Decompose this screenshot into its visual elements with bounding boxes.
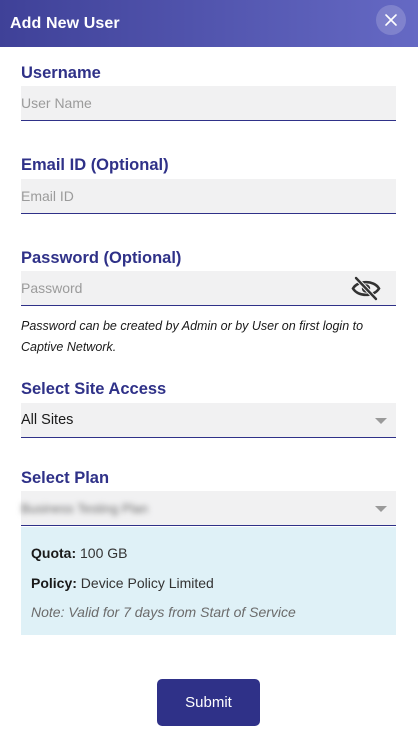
plan-quota: Quota: 100 GB (31, 545, 127, 561)
eye-off-icon (351, 276, 381, 301)
email-input[interactable] (21, 179, 396, 213)
site-access-value: All Sites (21, 412, 74, 428)
username-input[interactable] (21, 86, 396, 120)
policy-value: Device Policy Limited (80, 575, 214, 591)
email-label: Email ID (Optional) (21, 156, 169, 174)
submit-button[interactable]: Submit (157, 679, 260, 726)
plan-details: Quota: 100 GB Policy: Device Policy Limi… (21, 527, 396, 635)
modal-title: Add New User (10, 14, 120, 32)
plan-label: Select Plan (21, 469, 110, 487)
close-icon (385, 14, 397, 26)
email-field-wrapper (21, 179, 396, 214)
password-note: Password can be created by Admin or by U… (21, 319, 364, 354)
policy-label: Policy: (31, 575, 77, 591)
quota-value: 100 GB (80, 545, 128, 561)
chevron-down-icon (375, 418, 387, 424)
quota-label: Quota: (31, 545, 77, 561)
add-user-modal: Add New User Username Email ID (Optional… (0, 0, 418, 731)
toggle-password-visibility-button[interactable] (351, 275, 381, 302)
plan-validity-note: Note: Valid for 7 days from Start of Ser… (31, 604, 296, 620)
password-input[interactable] (21, 271, 351, 305)
username-label: Username (21, 64, 101, 82)
site-access-label: Select Site Access (21, 380, 167, 398)
site-access-select[interactable]: All Sites (21, 403, 396, 438)
username-field-wrapper (21, 86, 396, 121)
close-button[interactable] (376, 5, 406, 35)
modal-header: Add New User (0, 0, 418, 47)
password-field-wrapper (21, 271, 396, 306)
password-label: Password (Optional) (21, 249, 182, 267)
plan-select[interactable]: Business Testing Plan (21, 491, 396, 526)
plan-value: Business Testing Plan (21, 500, 148, 516)
chevron-down-icon (375, 506, 387, 512)
plan-policy: Policy: Device Policy Limited (31, 575, 214, 591)
